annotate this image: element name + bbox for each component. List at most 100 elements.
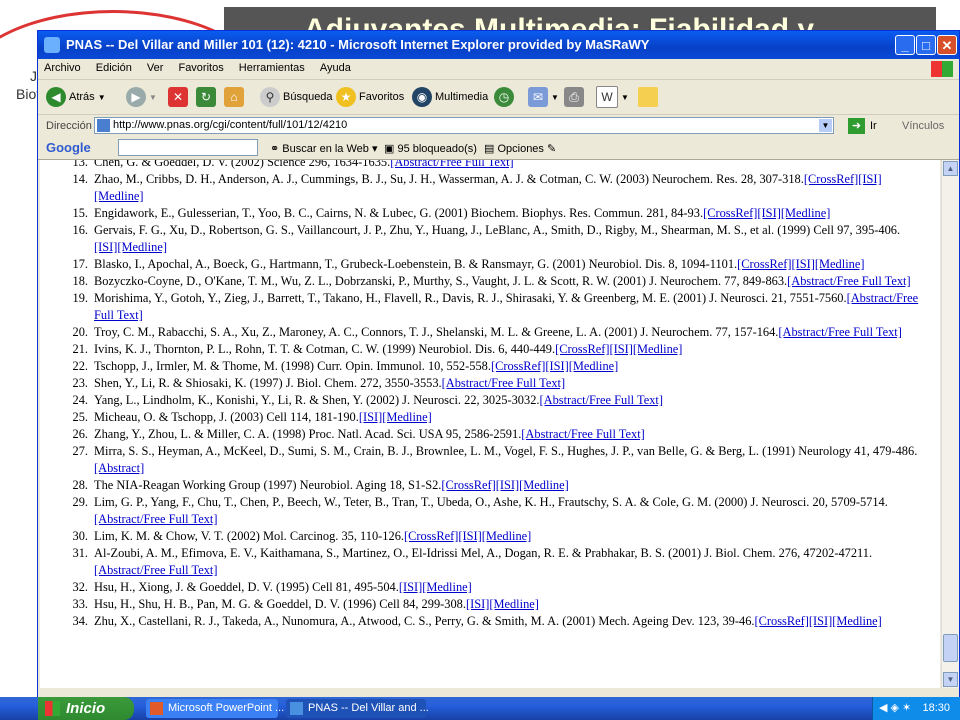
reference-links[interactable]: [Abstract]	[94, 461, 144, 475]
reference-links[interactable]: [ISI][Medline]	[359, 410, 432, 424]
reference-links[interactable]: [ISI][Medline]	[399, 580, 472, 594]
reference-item: 25. Micheau, O. & Tschopp, J. (2003) Cell…	[40, 409, 930, 426]
go-arrow-icon[interactable]: ➜	[848, 118, 865, 134]
popup-blocker-button[interactable]: ▣ 95 bloqueado(s)	[384, 142, 477, 155]
reference-item: 32. Hsu, H., Xiong, J. & Goeddel, D. V. (…	[40, 579, 930, 596]
google-options-button[interactable]: ▤ Opciones ✎	[484, 142, 556, 155]
maximize-button[interactable]: □	[916, 35, 936, 55]
reference-links[interactable]: [Abstract/Free Full Text]	[787, 274, 910, 288]
scroll-up-icon[interactable]: ▲	[943, 161, 958, 176]
reference-links[interactable]: [Abstract/Free Full Text]	[540, 393, 663, 407]
reference-item: 29. Lim, G. P., Yang, F., Chu, T., Chen, …	[40, 494, 930, 528]
stop-button[interactable]: ✕	[168, 85, 188, 109]
reference-citation: Troy, C. M., Rabacchi, S. A., Xu, Z., Ma…	[94, 325, 779, 339]
ie-task-icon	[290, 702, 303, 715]
reference-links[interactable]: [Abstract/Free Full Text]	[94, 512, 217, 526]
reference-links[interactable]: [CrossRef][ISI][Medline]	[441, 478, 568, 492]
back-button[interactable]: ◀ Atrás ▼	[46, 85, 106, 109]
reference-number: 21.	[72, 342, 89, 356]
reference-item: 24. Yang, L., Lindholm, K., Konishi, Y., …	[40, 392, 930, 409]
history-button[interactable]: ◷	[494, 85, 514, 109]
favorites-label: Favoritos	[359, 91, 405, 103]
reference-links[interactable]: [CrossRef][ISI][Medline]	[404, 529, 531, 543]
taskbar-item-pnas[interactable]: PNAS -- Del Villar and ...	[286, 699, 429, 718]
reference-text-block: Troy, C. M., Rabacchi, S. A., Xu, Z., Ma…	[94, 324, 930, 341]
go-button[interactable]: Ir	[870, 120, 877, 132]
google-search-web-button[interactable]: ⚭ Buscar en la Web ▾	[270, 142, 377, 155]
links-label[interactable]: Vínculos	[902, 120, 944, 132]
address-dropdown-icon[interactable]: ▼	[819, 119, 832, 132]
minimize-button[interactable]: _	[895, 35, 915, 55]
tray-icons[interactable]: ◀ ◈ ✶	[879, 697, 911, 720]
window-titlebar[interactable]: PNAS -- Del Villar and Miller 101 (12): …	[38, 31, 959, 59]
reference-text-block: Lim, G. P., Yang, F., Chu, T., Chen, P.,…	[94, 494, 930, 528]
reference-number: 24.	[72, 393, 89, 407]
home-button[interactable]: ⌂	[224, 85, 244, 109]
reference-links[interactable]: [ISI][Medline]	[466, 597, 539, 611]
reference-number: 19.	[72, 291, 89, 305]
reference-links[interactable]: [CrossRef][ISI][Medline]	[555, 342, 682, 356]
search-button[interactable]: ⚲ Búsqueda	[260, 85, 333, 109]
reference-links[interactable]: [CrossRef][ISI][Medline]	[755, 614, 882, 628]
google-search-input[interactable]	[118, 139, 258, 156]
reference-item: 15. Engidawork, E., Gulesserian, T., Yoo,…	[40, 205, 930, 222]
reference-number: 33.	[72, 597, 89, 611]
reference-item: 26. Zhang, Y., Zhou, L. & Miller, C. A. (…	[40, 426, 930, 443]
forward-dropdown-icon[interactable]: ▼	[149, 93, 157, 102]
scroll-thumb[interactable]	[943, 634, 958, 662]
menu-edicion[interactable]: Edición	[90, 59, 138, 77]
vertical-scrollbar[interactable]: ▲ ▼	[941, 160, 959, 688]
reference-item: 31. Al-Zoubi, A. M., Efimova, E. V., Kait…	[40, 545, 930, 579]
folder-icon	[638, 87, 658, 107]
reference-citation: Hsu, H., Xiong, J. & Goeddel, D. V. (199…	[94, 580, 399, 594]
reference-item: 28. The NIA-Reagan Working Group (1997) N…	[40, 477, 930, 494]
folder-button[interactable]	[638, 85, 658, 109]
reference-number: 22.	[72, 359, 89, 373]
reference-links[interactable]: [Abstract/Free Full Text]	[94, 563, 217, 577]
reference-text-block: Zhu, X., Castellani, R. J., Takeda, A., …	[94, 613, 930, 630]
reference-links[interactable]: [ISI][Medline]	[94, 240, 167, 254]
forward-button[interactable]: ▶ ▼	[126, 85, 157, 109]
reference-links[interactable]: [Abstract/Free Full Text]	[778, 325, 901, 339]
reference-links[interactable]: [Abstract/Free Full Text]	[442, 376, 565, 390]
reference-links[interactable]: [CrossRef][ISI][Medline]	[703, 206, 830, 220]
address-input[interactable]: http://www.pnas.org/cgi/content/full/101…	[94, 117, 834, 134]
print-button[interactable]: ⎙	[564, 85, 584, 109]
address-label: Dirección	[46, 120, 92, 132]
back-dropdown-icon[interactable]: ▼	[98, 93, 106, 102]
close-button[interactable]: ✕	[937, 35, 957, 55]
edit-dropdown-icon[interactable]: ▼	[621, 93, 629, 102]
mail-button[interactable]: ✉ ▼	[528, 85, 559, 109]
stop-icon: ✕	[168, 87, 188, 107]
media-button[interactable]: ◉ Multimedia	[412, 85, 488, 109]
edit-button[interactable]: W ▼	[596, 85, 629, 109]
menu-favoritos[interactable]: Favoritos	[172, 59, 229, 77]
scroll-down-icon[interactable]: ▼	[943, 672, 958, 687]
pencil-icon: ✎	[547, 143, 557, 155]
reference-links[interactable]: [Abstract/Free Full Text]	[390, 160, 513, 169]
reference-citation: Zhao, M., Cribbs, D. H., Anderson, A. J.…	[94, 172, 804, 186]
history-icon: ◷	[494, 87, 514, 107]
google-logo[interactable]: Google	[46, 140, 91, 155]
reference-number: 25.	[72, 410, 89, 424]
favorites-button[interactable]: ★ Favoritos	[336, 85, 404, 109]
menu-ver[interactable]: Ver	[141, 59, 170, 77]
mail-dropdown-icon[interactable]: ▼	[551, 93, 559, 102]
reference-text-block: Morishima, Y., Gotoh, Y., Zieg, J., Barr…	[94, 290, 930, 324]
binoculars-icon: ⚭	[270, 143, 283, 155]
reference-number: 13.	[72, 160, 89, 169]
menu-archivo[interactable]: Archivo	[38, 59, 87, 77]
reference-citation: Tschopp, J., Irmler, M. & Thome, M. (199…	[94, 359, 491, 373]
reference-links[interactable]: [Abstract/Free Full Text]	[521, 427, 644, 441]
menu-ayuda[interactable]: Ayuda	[314, 59, 357, 77]
start-button[interactable]: Inicio	[38, 697, 134, 720]
reference-item: 27. Mirra, S. S., Heyman, A., McKeel, D.,…	[40, 443, 930, 477]
google-toolbar: Google ⚭ Buscar en la Web ▾ ▣ 95 bloquea…	[38, 137, 959, 160]
refresh-button[interactable]: ↻	[196, 85, 216, 109]
reference-links[interactable]: [CrossRef][ISI][Medline]	[737, 257, 864, 271]
taskbar-item-powerpoint[interactable]: Microsoft PowerPoint ...	[146, 699, 284, 718]
menu-herramientas[interactable]: Herramientas	[233, 59, 311, 77]
search-label: Búsqueda	[283, 91, 333, 103]
reference-links[interactable]: [CrossRef][ISI][Medline]	[491, 359, 618, 373]
reference-text-block: Yang, L., Lindholm, K., Konishi, Y., Li,…	[94, 392, 930, 409]
